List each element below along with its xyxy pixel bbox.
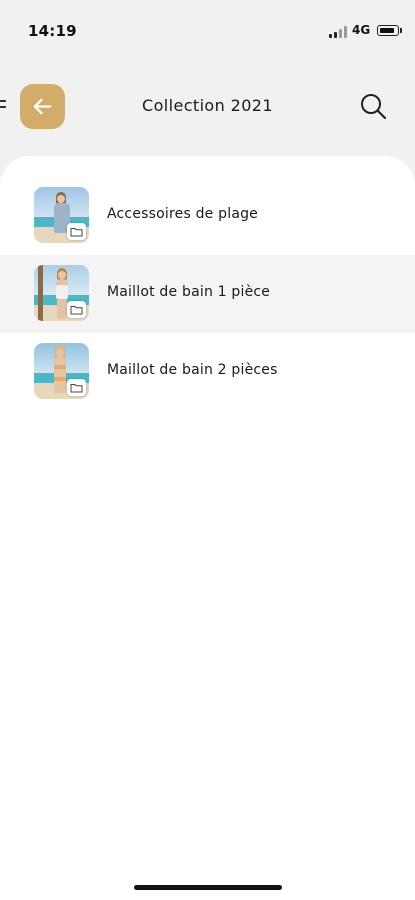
back-button[interactable] — [20, 84, 65, 129]
list-item[interactable]: Maillot de bain 1 pièce — [0, 255, 415, 333]
content-card: Accessoires de plage Maillot de bain 1 p… — [0, 156, 415, 900]
item-thumbnail — [34, 265, 89, 321]
list-item[interactable]: Maillot de bain 2 pièces — [0, 333, 415, 411]
battery-icon — [377, 25, 399, 36]
folder-badge — [67, 379, 86, 396]
collection-list: Accessoires de plage Maillot de bain 1 p… — [0, 177, 415, 411]
arrow-left-icon — [33, 98, 52, 115]
folder-icon — [70, 306, 83, 315]
folder-icon — [70, 384, 83, 393]
battery-level — [379, 27, 394, 33]
folder-icon — [70, 228, 83, 237]
search-icon — [361, 94, 387, 120]
item-label: Maillot de bain 1 pièce — [107, 284, 271, 300]
item-thumbnail — [34, 343, 89, 399]
folder-badge — [67, 301, 86, 318]
folder-badge — [67, 223, 86, 240]
status-bar: 14:19 4G — [0, 0, 415, 62]
item-thumbnail — [34, 187, 89, 243]
menu-icon[interactable] — [0, 100, 6, 109]
page-title: Collection 2021 — [142, 96, 273, 115]
network-type: 4G — [352, 23, 371, 37]
battery-cap — [400, 28, 402, 33]
list-item[interactable]: Accessoires de plage — [0, 177, 415, 255]
signal-icon — [329, 26, 347, 38]
item-label: Accessoires de plage — [107, 206, 258, 222]
home-indicator[interactable] — [134, 885, 282, 890]
item-label: Maillot de bain 2 pièces — [107, 362, 278, 378]
search-button[interactable] — [355, 88, 391, 124]
status-time: 14:19 — [28, 22, 77, 40]
